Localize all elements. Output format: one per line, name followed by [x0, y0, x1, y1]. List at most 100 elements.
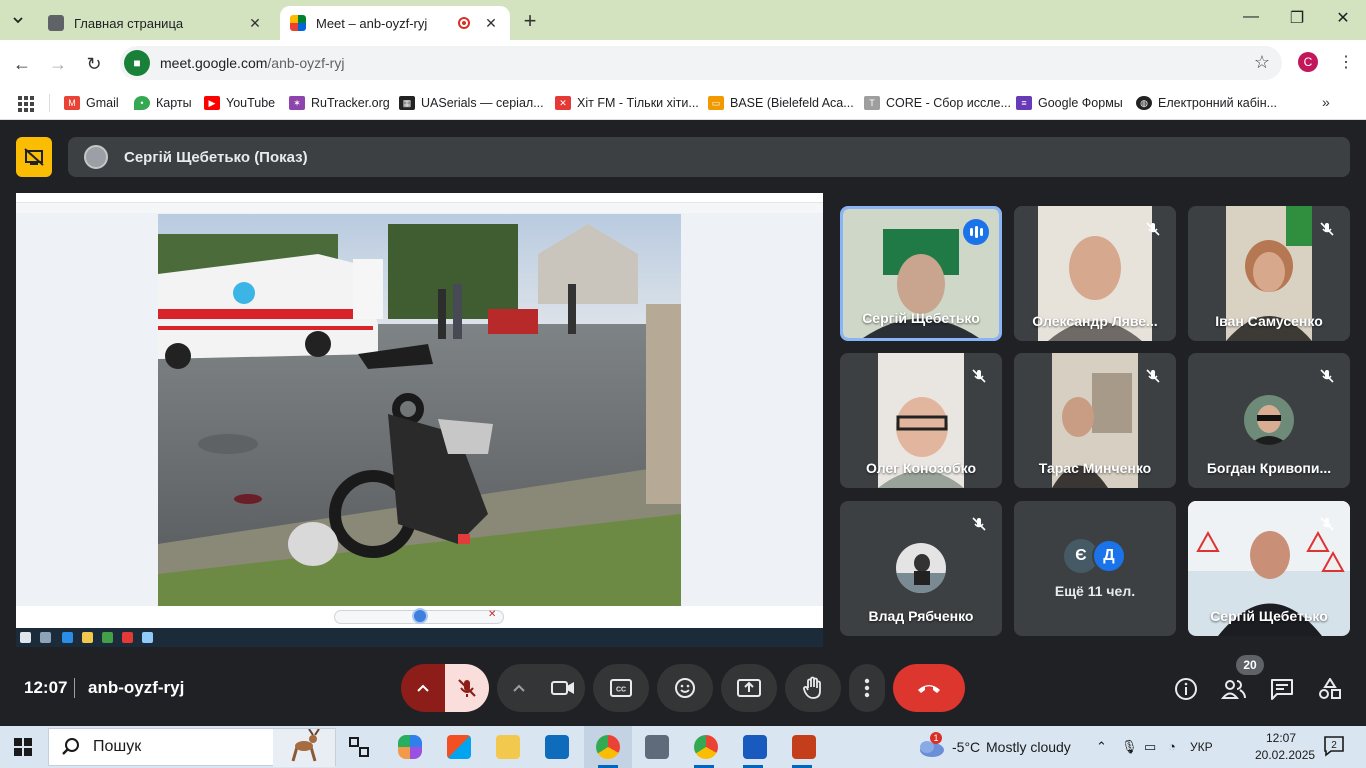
more-vertical-icon: [864, 678, 870, 698]
chrome-profile-icon[interactable]: [694, 735, 718, 759]
bookmark-youtube[interactable]: ▶ YouTube: [204, 93, 275, 113]
youtube-icon: ▶: [204, 96, 220, 110]
photo-viewer-toolbar: ✕: [16, 606, 823, 628]
powerpoint-icon[interactable]: [792, 735, 816, 759]
closed-captions-icon: CC: [610, 679, 632, 697]
browser-tab-strip: Главная страница ✕ Meet – anb-oyzf-ryj ✕…: [0, 0, 1366, 40]
windows-start-icon[interactable]: [14, 738, 32, 756]
bookmark-gmail[interactable]: M Gmail: [64, 93, 119, 113]
tab-home[interactable]: Главная страница ✕: [38, 6, 274, 40]
wifi-icon[interactable]: ◔: [1168, 739, 1176, 754]
participant-avatar: [1244, 395, 1294, 445]
chevron-up-icon[interactable]: ⌃: [1096, 739, 1107, 755]
windows-taskbar: Пошук 1 -5°C Mostly cloudy ⌃ 🎙 ▭ ◔ УКР 1…: [0, 726, 1366, 768]
slideshow-button[interactable]: [412, 608, 428, 624]
address-bar[interactable]: ■ meet.google.com /anb-oyzf-ryj ☆: [120, 46, 1282, 80]
raise-hand-button[interactable]: [785, 664, 841, 712]
leave-call-button[interactable]: [893, 664, 965, 712]
gmail-icon: M: [64, 96, 80, 110]
new-tab-button[interactable]: +: [518, 8, 542, 34]
minimize-button[interactable]: —: [1236, 8, 1266, 32]
mic-off-icon: [458, 679, 476, 697]
participant-name: Олег Конозобко: [865, 460, 977, 476]
bookmark-google-forms[interactable]: ≡ Google Формы: [1016, 93, 1123, 113]
bookmark-maps[interactable]: • Карты: [134, 93, 192, 113]
participant-tile[interactable]: Олександр Ляве...: [1014, 206, 1176, 341]
chrome-icon[interactable]: [596, 735, 620, 759]
audio-options-button[interactable]: [401, 664, 445, 712]
present-screen-button[interactable]: [721, 664, 777, 712]
battery-icon[interactable]: ▭: [1144, 739, 1156, 755]
reload-button[interactable]: ↻: [80, 50, 108, 78]
bookmark-label: YouTube: [226, 96, 276, 110]
url-host: meet.google.com: [160, 55, 268, 71]
bookmark-base[interactable]: ▭ BASE (Bielefeld Aca...: [708, 93, 854, 113]
file-explorer-icon[interactable]: [496, 735, 520, 759]
people-button[interactable]: [1219, 674, 1249, 704]
outlook-icon[interactable]: [545, 735, 569, 759]
participant-tile[interactable]: Сергій Щебетько: [840, 206, 1002, 341]
input-language[interactable]: УКР: [1190, 740, 1213, 754]
apps-grid-icon[interactable]: [18, 96, 34, 112]
start-icon: [20, 632, 31, 643]
folder-icon: [82, 632, 93, 643]
close-window-button[interactable]: ✕: [1328, 8, 1358, 32]
more-options-button[interactable]: [849, 664, 885, 712]
bookmark-star-icon[interactable]: ☆: [1254, 52, 1270, 73]
delete-icon[interactable]: ✕: [488, 609, 496, 620]
store-icon[interactable]: [447, 735, 471, 759]
forward-button[interactable]: →: [44, 50, 72, 78]
participant-tile[interactable]: Іван Самусенко: [1188, 206, 1350, 341]
notifications-icon[interactable]: 2: [1322, 734, 1346, 758]
presentation-toggle-button[interactable]: [16, 137, 52, 177]
calculator-icon[interactable]: [645, 735, 669, 759]
mic-toggle-button[interactable]: [445, 664, 489, 712]
meeting-code: anb-oyzf-ryj: [88, 678, 185, 697]
taskbar-search-box[interactable]: Пошук: [48, 728, 336, 767]
bookmark-core[interactable]: T CORE - Сбор иссле...: [864, 93, 1011, 113]
participant-tile[interactable]: Тарас Минченко: [1014, 353, 1176, 488]
more-participants-tile[interactable]: Є Д Ещё 11 чел.: [1014, 501, 1176, 636]
video-options-button[interactable]: [497, 664, 541, 712]
camera-icon[interactable]: ■: [124, 50, 150, 76]
camera-control: [497, 664, 585, 712]
bookmark-hitfm[interactable]: ✕ Хіт FM - Тільки хіти...: [555, 93, 699, 113]
forms-icon: ≡: [1016, 96, 1032, 110]
close-tab-icon[interactable]: ✕: [482, 15, 500, 32]
muted-mic-icon: [1314, 216, 1340, 242]
close-tab-icon[interactable]: ✕: [246, 15, 264, 32]
clock-time[interactable]: 12:07: [1266, 731, 1296, 745]
participant-name: Сергій Щебетько: [1210, 608, 1328, 624]
tab-meet[interactable]: Meet – anb-oyzf-ryj ✕: [280, 6, 510, 40]
word-icon[interactable]: [743, 735, 767, 759]
restore-button[interactable]: ❐: [1282, 8, 1312, 32]
participant-tile[interactable]: Сергій Щебетько: [1188, 501, 1350, 636]
bookmark-rutracker[interactable]: ✶ RuTracker.org: [289, 93, 390, 113]
participant-tile[interactable]: Влад Рябченко: [840, 501, 1002, 636]
microphone-icon[interactable]: 🎙: [1121, 739, 1138, 755]
chevron-up-icon: [513, 684, 525, 692]
more-bookmarks-icon[interactable]: »: [1322, 94, 1330, 110]
meeting-details-button[interactable]: [1171, 674, 1201, 704]
browser-menu-icon[interactable]: ⋮: [1338, 52, 1354, 72]
camera-toggle-button[interactable]: [541, 664, 585, 712]
participant-tile[interactable]: Богдан Кривопи...: [1188, 353, 1350, 488]
captions-button[interactable]: CC: [593, 664, 649, 712]
back-button[interactable]: ←: [8, 50, 36, 78]
chat-button[interactable]: [1267, 674, 1297, 704]
shared-screen: ✕: [16, 193, 823, 647]
task-view-icon[interactable]: [347, 735, 371, 759]
avatar-initial: Д: [1092, 539, 1126, 573]
clock-date[interactable]: 20.02.2025: [1255, 748, 1315, 762]
bookmark-cabinet[interactable]: ◍ Електронний кабін...: [1136, 93, 1277, 113]
activities-button[interactable]: [1315, 674, 1345, 704]
tab-search-button[interactable]: [6, 8, 30, 32]
speaking-indicator-icon: [963, 219, 989, 245]
profile-avatar[interactable]: C: [1298, 52, 1318, 72]
muted-mic-icon: [1140, 216, 1166, 242]
participant-tile[interactable]: Олег Конозобко: [840, 353, 1002, 488]
tab-title: Meet – anb-oyzf-ryj: [316, 15, 428, 31]
bookmark-uaserials[interactable]: ▦ UASerials — серіал...: [399, 93, 544, 113]
copilot-icon[interactable]: [398, 735, 422, 759]
reactions-button[interactable]: [657, 664, 713, 712]
